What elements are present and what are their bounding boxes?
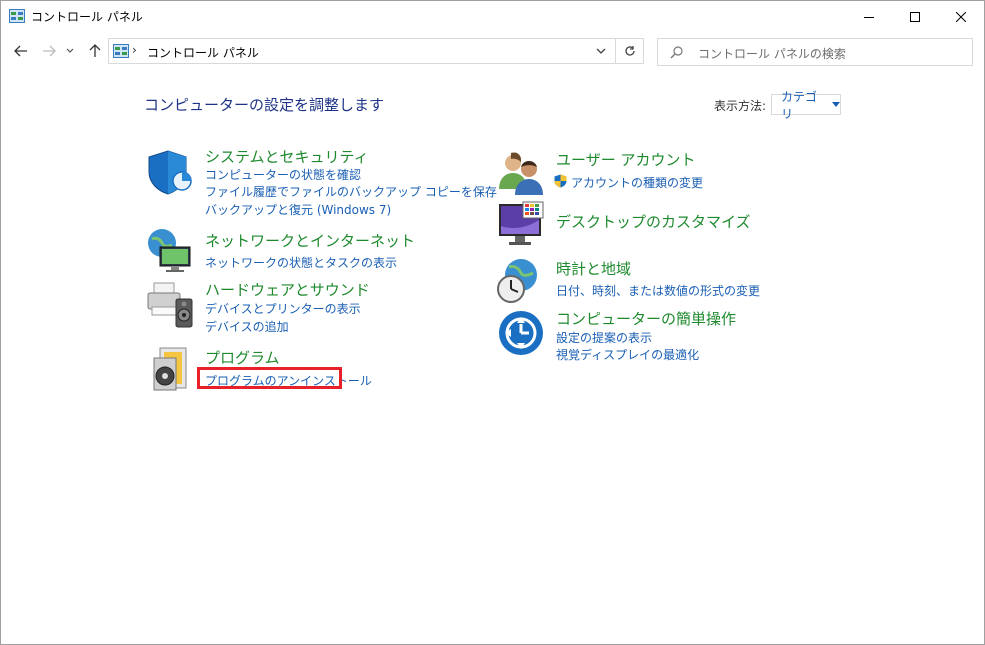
- breadcrumb-location[interactable]: コントロール パネル: [147, 44, 259, 61]
- up-button[interactable]: [84, 40, 106, 62]
- user-accounts-icon[interactable]: [497, 149, 545, 197]
- search-placeholder: コントロール パネルの検索: [698, 47, 846, 61]
- category-system-security[interactable]: システムとセキュリティ: [205, 146, 369, 167]
- navigation-bar: › コントロール パネル コントロール パネルの検索: [1, 32, 984, 72]
- link-change-account-type[interactable]: アカウントの種類の変更: [571, 174, 703, 191]
- control-panel-window: コントロール パネル › コントロール パネル コントロール パネルの検索 コン…: [0, 0, 985, 645]
- recent-locations-button[interactable]: [63, 40, 77, 62]
- forward-arrow-icon: [43, 45, 56, 57]
- breadcrumb-separator: ›: [132, 43, 137, 57]
- uac-shield-icon: [554, 174, 567, 188]
- programs-disc-box-icon[interactable]: [146, 344, 194, 392]
- desktop-customization-icon[interactable]: [497, 200, 545, 248]
- refresh-icon: [624, 46, 635, 56]
- control-panel-icon: [113, 44, 129, 58]
- chevron-down-icon[interactable]: [595, 45, 607, 57]
- category-ease-of-access[interactable]: コンピューターの簡単操作: [556, 308, 736, 329]
- search-icon: [670, 46, 683, 59]
- category-clock-region[interactable]: 時計と地域: [556, 258, 631, 279]
- printer-icon[interactable]: [146, 281, 194, 329]
- link-backup-restore[interactable]: バックアップと復元 (Windows 7): [205, 201, 391, 218]
- shield-icon[interactable]: [146, 148, 194, 196]
- clock-globe-icon[interactable]: [497, 257, 545, 305]
- maximize-button[interactable]: [892, 1, 938, 32]
- dropdown-arrow-icon: [832, 102, 840, 107]
- link-date-time-format[interactable]: 日付、時刻、または数値の形式の変更: [556, 282, 760, 299]
- refresh-button[interactable]: [616, 38, 644, 64]
- highlight-box: [197, 367, 342, 389]
- back-button[interactable]: [10, 40, 32, 62]
- ease-of-access-icon[interactable]: [497, 309, 545, 357]
- category-appearance[interactable]: デスクトップのカスタマイズ: [556, 211, 751, 232]
- category-user-accounts[interactable]: ユーザー アカウント: [556, 149, 695, 170]
- category-programs[interactable]: プログラム: [205, 347, 280, 368]
- minimize-button[interactable]: [846, 1, 892, 32]
- link-check-status[interactable]: コンピューターの状態を確認: [205, 166, 361, 183]
- window-title: コントロール パネル: [31, 10, 143, 24]
- page-title: コンピューターの設定を調整します: [144, 96, 385, 114]
- link-devices-printers[interactable]: デバイスとプリンターの表示: [205, 300, 361, 317]
- link-network-status[interactable]: ネットワークの状態とタスクの表示: [205, 254, 397, 271]
- link-add-device[interactable]: デバイスの追加: [205, 318, 289, 335]
- link-optimize-display[interactable]: 視覚ディスプレイの最適化: [556, 346, 699, 363]
- close-button[interactable]: [938, 1, 984, 32]
- search-input[interactable]: コントロール パネルの検索: [657, 38, 973, 66]
- up-arrow-icon: [89, 44, 101, 57]
- view-by-label: 表示方法:: [714, 99, 767, 113]
- control-panel-icon: [9, 9, 25, 23]
- link-get-recommendations[interactable]: 設定の提案の表示: [556, 329, 652, 346]
- maximize-icon: [910, 11, 920, 22]
- link-file-history[interactable]: ファイル履歴でファイルのバックアップ コピーを保存: [205, 183, 497, 200]
- title-bar: コントロール パネル: [1, 1, 984, 32]
- view-by-dropdown[interactable]: カテゴリ: [771, 90, 841, 121]
- close-icon: [956, 11, 966, 22]
- view-by-value: カテゴリ: [781, 89, 818, 121]
- network-globe-icon[interactable]: [146, 225, 194, 273]
- category-hardware-sound[interactable]: ハードウェアとサウンド: [205, 279, 370, 300]
- category-network-internet[interactable]: ネットワークとインターネット: [205, 230, 415, 251]
- minimize-icon: [864, 16, 874, 18]
- forward-button[interactable]: [38, 40, 60, 62]
- chevron-down-icon: [66, 48, 74, 53]
- address-box[interactable]: › コントロール パネル: [108, 38, 616, 64]
- back-arrow-icon: [14, 45, 27, 57]
